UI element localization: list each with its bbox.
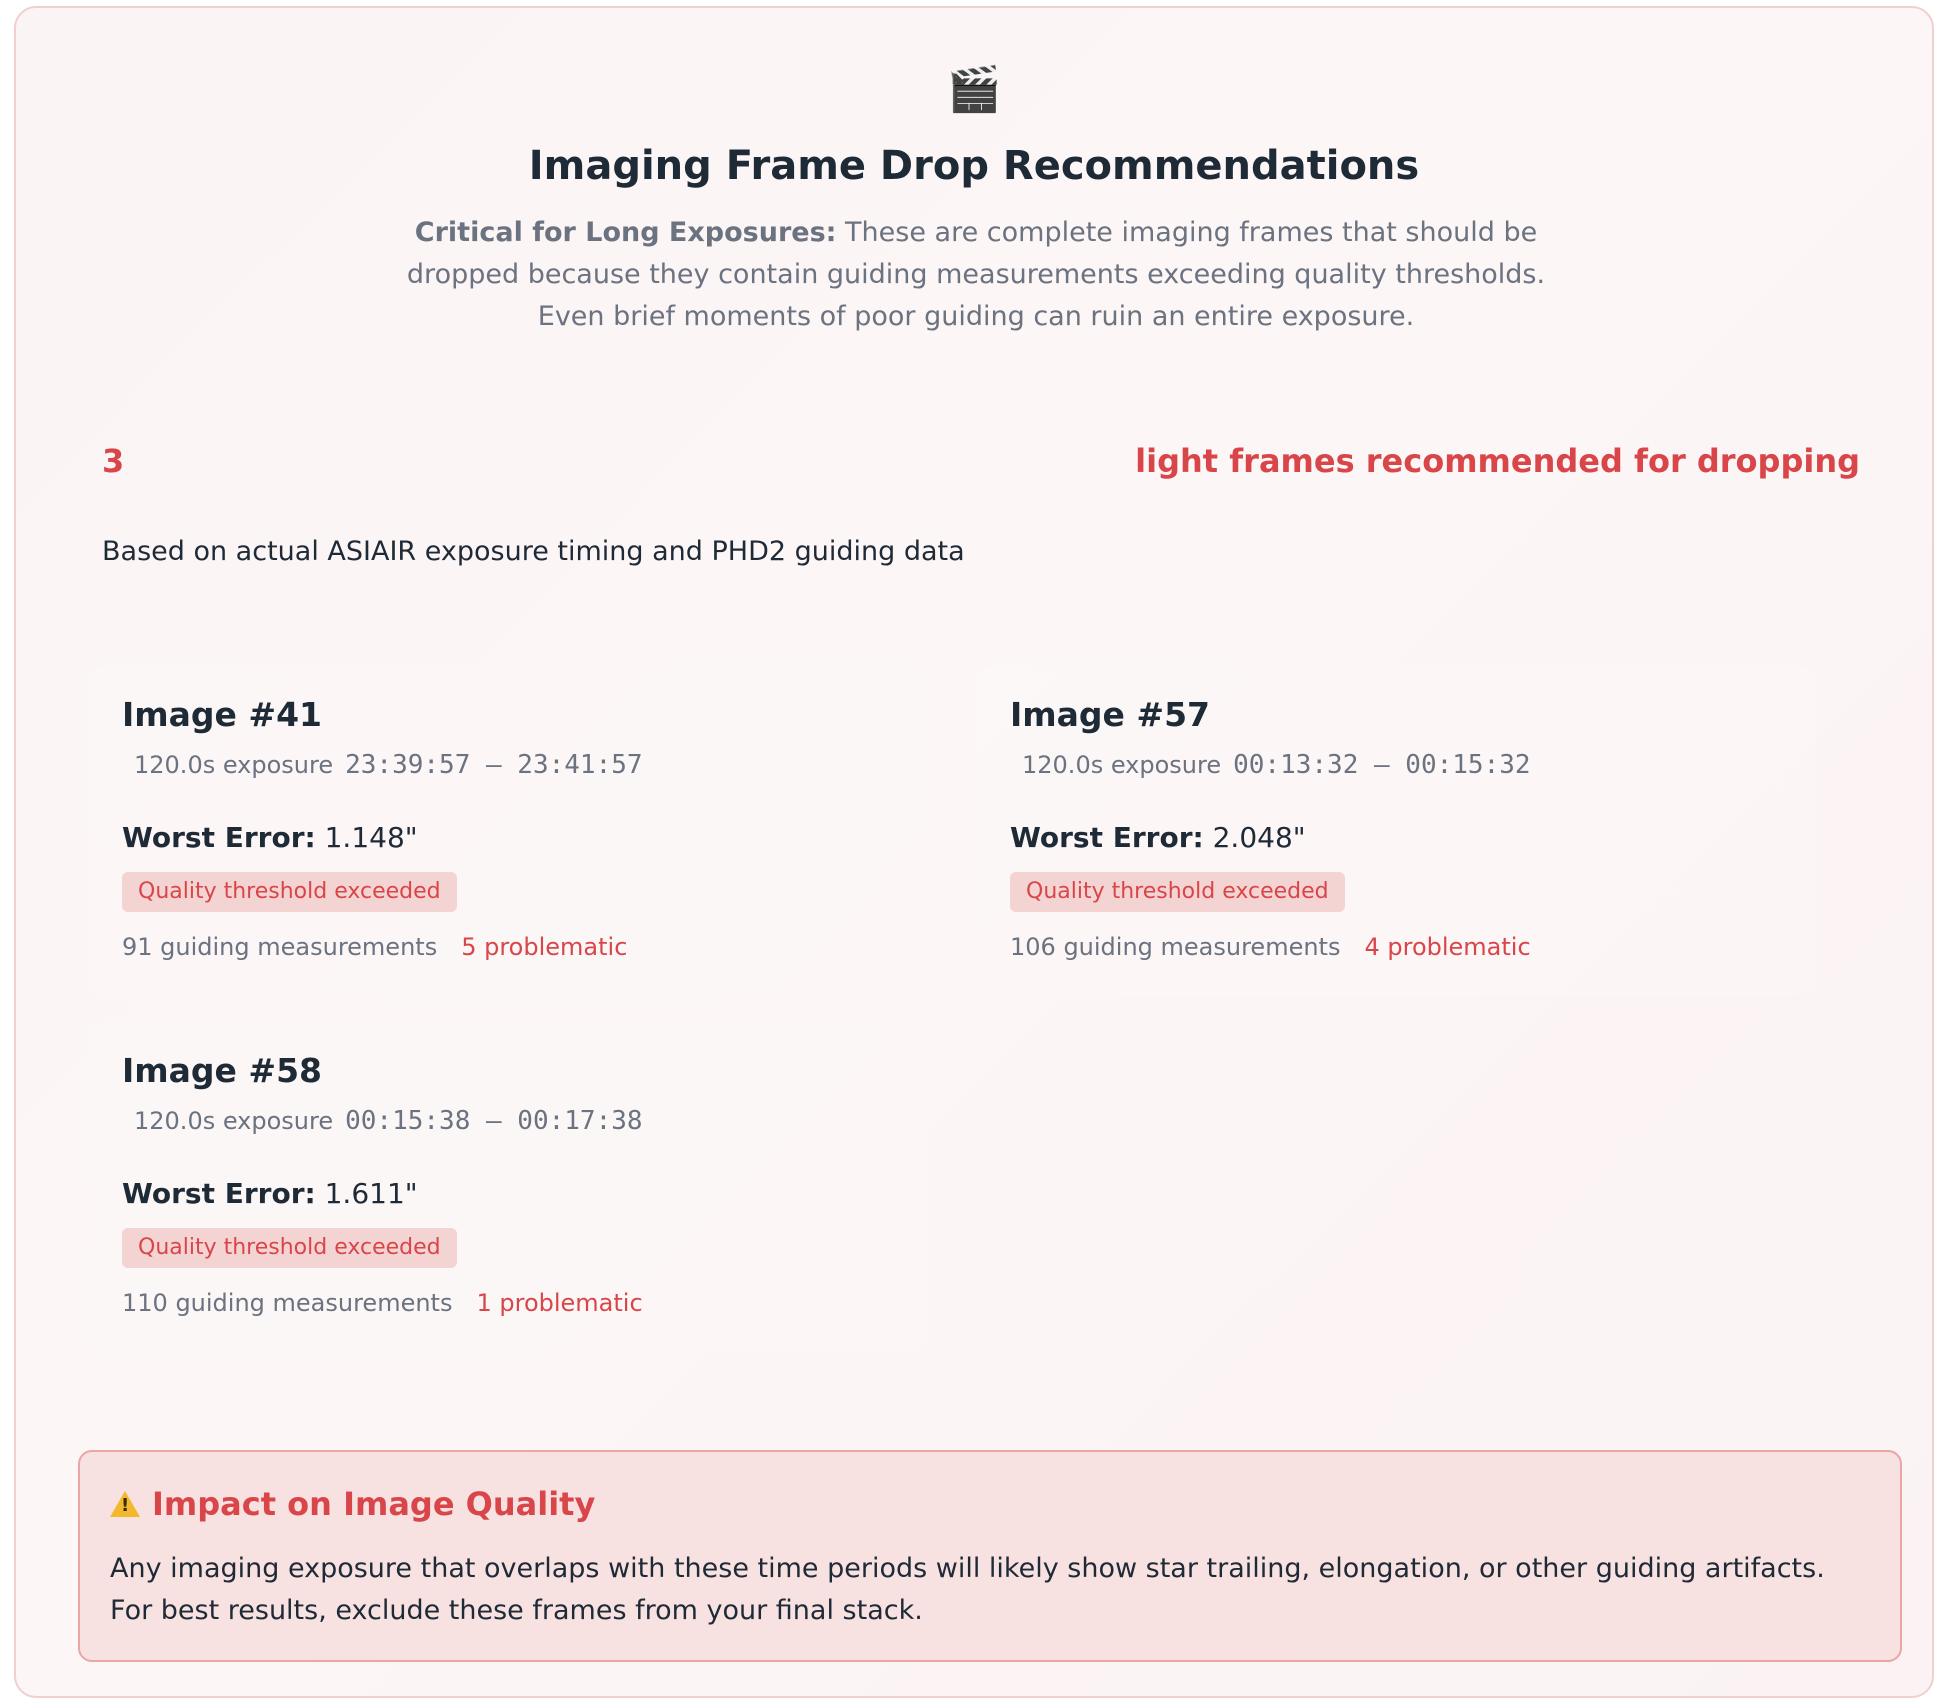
frame-card: Image #41 120.0s exposure 23:39:57 – 23:… [88,666,928,996]
impact-notice: Impact on Image Quality Any imaging expo… [78,1450,1902,1662]
worst-error: Worst Error: 1.148" [122,818,418,858]
worst-error-label: Worst Error: [122,1177,316,1210]
worst-error: Worst Error: 1.611" [122,1174,418,1214]
measurement-count: 106 guiding measurements [1010,933,1341,961]
frame-title: Image #58 [122,1051,322,1090]
measurement-count: 91 guiding measurements [122,933,438,961]
problematic-count: 5 problematic [461,933,628,961]
frame-meta: 120.0s exposure 23:39:57 – 23:41:57 [134,750,643,780]
description-emphasis: Critical for Long Exposures: [414,217,837,248]
drop-count-label: light frames recommended for dropping [1135,442,1860,480]
measurement-counts: 110 guiding measurements 1 problematic [122,1286,643,1320]
frame-title: Image #41 [122,695,322,734]
frame-meta: 120.0s exposure 00:13:32 – 00:15:32 [1022,750,1531,780]
status-badge: Quality threshold exceeded [1010,872,1345,912]
clapperboard-icon: 🎬 [946,64,1002,115]
impact-title: Impact on Image Quality [152,1485,596,1523]
exposure-length: 120.0s exposure [1022,751,1222,779]
header-description: Critical for Long Exposures: These are c… [386,212,1566,338]
status-badge: Quality threshold exceeded [122,872,457,912]
worst-error: Worst Error: 2.048" [1010,818,1306,858]
exposure-time-range: 00:15:38 – 00:17:38 [345,1106,643,1136]
drop-summary: 3 light frames recommended for dropping [102,438,1860,484]
worst-error-value: 1.148" [315,821,418,854]
page-title: Imaging Frame Drop Recommendations [528,143,1420,189]
problematic-count: 1 problematic [476,1289,643,1317]
frame-card: Image #57 120.0s exposure 00:13:32 – 00:… [976,666,1816,996]
impact-body: Any imaging exposure that overlaps with … [110,1553,1825,1626]
exposure-length: 120.0s exposure [134,751,334,779]
warning-icon [110,1491,140,1517]
problematic-count: 4 problematic [1364,933,1531,961]
frame-card: Image #58 120.0s exposure 00:15:38 – 00:… [88,1022,928,1352]
measurement-counts: 106 guiding measurements 4 problematic [1010,930,1531,964]
status-badge: Quality threshold exceeded [122,1228,457,1268]
exposure-time-range: 23:39:57 – 23:41:57 [345,750,643,780]
data-basis-note: Based on actual ASIAIR exposure timing a… [102,536,965,567]
impact-heading: Impact on Image Quality [110,1482,595,1526]
worst-error-label: Worst Error: [122,821,316,854]
frame-meta: 120.0s exposure 00:15:38 – 00:17:38 [134,1106,643,1136]
measurement-count: 110 guiding measurements [122,1289,453,1317]
worst-error-value: 1.611" [315,1177,418,1210]
frame-title: Image #57 [1010,695,1210,734]
exposure-length: 120.0s exposure [134,1107,334,1135]
drop-count: 3 [102,442,125,480]
worst-error-value: 2.048" [1203,821,1306,854]
exposure-time-range: 00:13:32 – 00:15:32 [1233,750,1531,780]
frame-drop-panel: 🎬 Imaging Frame Drop Recommendations Cri… [14,6,1934,1698]
worst-error-label: Worst Error: [1010,821,1204,854]
measurement-counts: 91 guiding measurements 5 problematic [122,930,627,964]
